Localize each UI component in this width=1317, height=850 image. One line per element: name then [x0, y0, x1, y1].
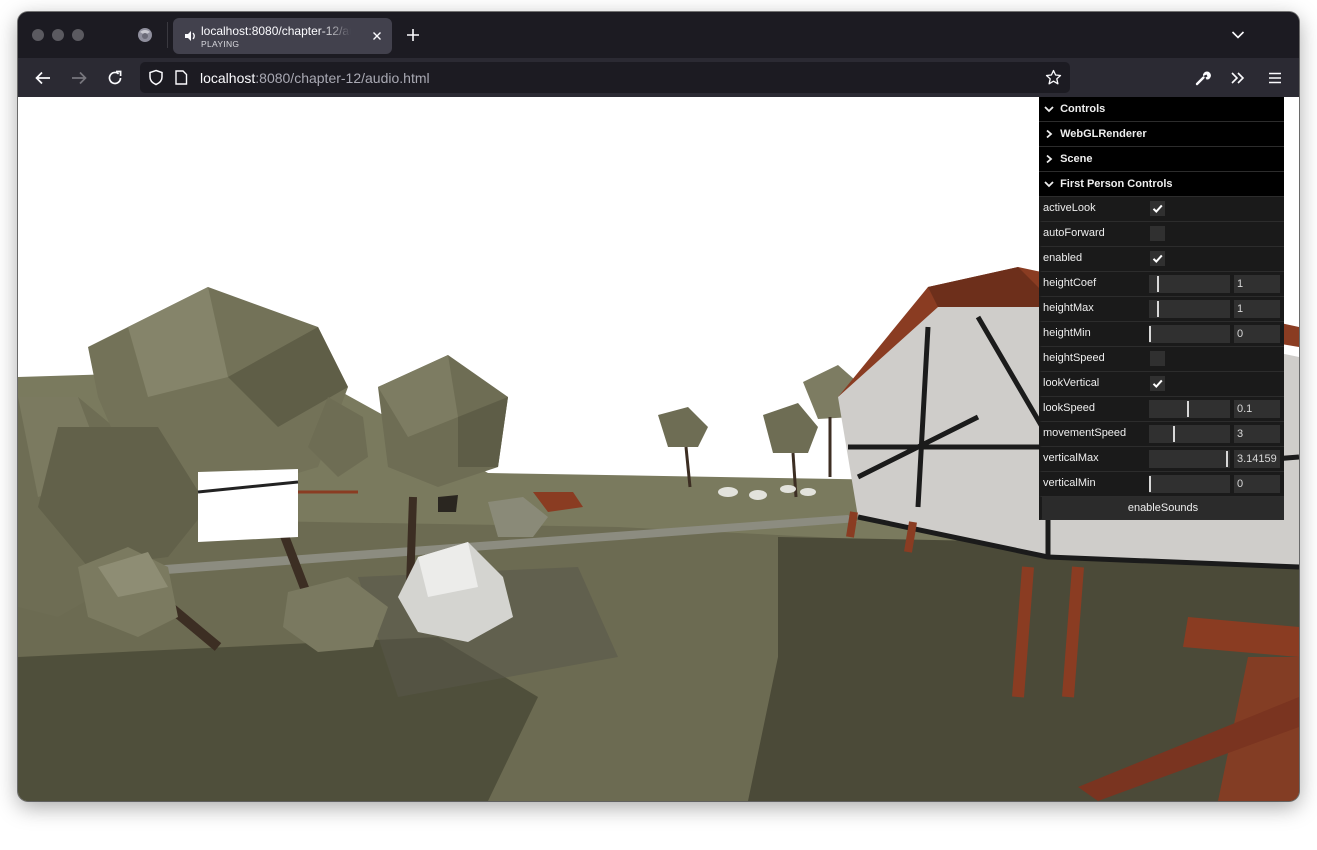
overflow-chevron-icon[interactable]: [1229, 69, 1247, 87]
heightcoef-value-input[interactable]: 1: [1234, 275, 1280, 293]
gui-row-label: heightMin: [1043, 327, 1091, 339]
autoforward-checkbox[interactable]: [1150, 226, 1165, 241]
heightmax-slider[interactable]: [1149, 300, 1230, 318]
gui-row-label: enabled: [1043, 252, 1083, 264]
lookspeed-value-input[interactable]: 0.1: [1234, 400, 1280, 418]
gui-row-verticalmin: verticalMin 0: [1039, 472, 1284, 497]
folder-webglrenderer-label: WebGLRenderer: [1060, 128, 1147, 140]
verticalmin-value-input[interactable]: 0: [1234, 475, 1280, 493]
tab-title: localhost:8080/chapter-12/audio.html: [201, 24, 351, 38]
slider-handle[interactable]: [1149, 326, 1151, 342]
gui-row-verticalmax: verticalMax 3.14159: [1039, 447, 1284, 472]
verticalmax-value-input[interactable]: 3.14159: [1234, 450, 1280, 468]
gui-row-enabled: enabled: [1039, 247, 1284, 272]
page-icon[interactable]: [174, 70, 188, 85]
chevron-down-icon[interactable]: [1231, 29, 1245, 41]
heightmin-slider[interactable]: [1149, 325, 1230, 343]
folder-webglrenderer[interactable]: WebGLRenderer: [1039, 122, 1284, 147]
gui-row-lookvertical: lookVertical: [1039, 372, 1284, 397]
gui-row-activelook: activeLook: [1039, 197, 1284, 222]
gui-row-lookspeed: lookSpeed 0.1: [1039, 397, 1284, 422]
movementspeed-value-input[interactable]: 3: [1234, 425, 1280, 443]
shield-icon[interactable]: [148, 69, 164, 86]
gui-row-label: verticalMin: [1043, 477, 1096, 489]
gui-row-label: movementSpeed: [1043, 427, 1127, 439]
window-maximize-button[interactable]: [72, 29, 84, 41]
gui-row-label: lookVertical: [1043, 377, 1100, 389]
tab-audio-status: PLAYING: [201, 39, 240, 49]
slider-handle[interactable]: [1173, 426, 1175, 442]
heightmax-value-input[interactable]: 1: [1234, 300, 1280, 318]
slider-handle[interactable]: [1157, 276, 1159, 292]
gui-row-label: verticalMax: [1043, 452, 1099, 464]
chevron-right-icon: [1046, 154, 1053, 164]
gui-row-movementspeed: movementSpeed 3: [1039, 422, 1284, 447]
heightspeed-checkbox[interactable]: [1150, 351, 1165, 366]
url-host: localhost: [200, 70, 256, 86]
plus-icon[interactable]: [406, 28, 420, 42]
movementspeed-slider[interactable]: [1149, 425, 1230, 443]
gui-row-label: autoForward: [1043, 227, 1105, 239]
gui-rows: activeLook autoForward enabled heightCoef 1 h…: [1039, 197, 1284, 497]
window-close-button[interactable]: [32, 29, 44, 41]
verticalmax-slider[interactable]: [1149, 450, 1230, 468]
slider-handle[interactable]: [1157, 301, 1159, 317]
url-text[interactable]: localhost:8080/chapter-12/audio.html: [200, 70, 430, 86]
folder-fpc-label: First Person Controls: [1060, 178, 1173, 190]
reload-icon[interactable]: [106, 69, 124, 87]
lookspeed-slider[interactable]: [1149, 400, 1230, 418]
gui-row-heightcoef: heightCoef 1: [1039, 272, 1284, 297]
tab-separator: [167, 22, 168, 48]
folder-controls[interactable]: Controls: [1039, 97, 1284, 122]
browser-window: localhost:8080/chapter-12/audio.html PLA…: [18, 12, 1299, 801]
firefox-view-icon[interactable]: [136, 26, 154, 44]
heightcoef-slider[interactable]: [1149, 275, 1230, 293]
forward-arrow-icon[interactable]: [70, 69, 88, 87]
bookmark-star-icon[interactable]: [1045, 69, 1062, 86]
gui-row-autoforward: autoForward: [1039, 222, 1284, 247]
lookvertical-checkbox[interactable]: [1150, 376, 1165, 391]
chevron-right-icon: [1046, 129, 1053, 139]
menu-icon[interactable]: [1266, 69, 1284, 87]
close-icon[interactable]: [370, 29, 384, 43]
page-viewport: Controls WebGLRenderer Scene First Perso…: [18, 97, 1299, 801]
gui-row-heightspeed: heightSpeed: [1039, 347, 1284, 372]
heightmin-value-input[interactable]: 0: [1234, 325, 1280, 343]
tab-active[interactable]: localhost:8080/chapter-12/audio.html PLA…: [173, 18, 392, 54]
verticalmin-slider[interactable]: [1149, 475, 1230, 493]
gui-row-label: heightSpeed: [1043, 352, 1105, 364]
folder-scene[interactable]: Scene: [1039, 147, 1284, 172]
enable-sounds-button[interactable]: enableSounds: [1039, 497, 1284, 520]
gui-row-label: activeLook: [1043, 202, 1096, 214]
gui-row-heightmin: heightMin 0: [1039, 322, 1284, 347]
slider-handle[interactable]: [1187, 401, 1189, 417]
window-minimize-button[interactable]: [52, 29, 64, 41]
checkmark-icon: [1152, 204, 1163, 214]
checkmark-icon: [1152, 379, 1163, 389]
chevron-down-icon: [1044, 106, 1054, 113]
navigation-toolbar: localhost:8080/chapter-12/audio.html: [18, 58, 1299, 97]
chevron-down-icon: [1044, 181, 1054, 188]
folder-scene-label: Scene: [1060, 153, 1093, 165]
gui-row-label: lookSpeed: [1043, 402, 1095, 414]
gui-row-label: heightMax: [1043, 302, 1094, 314]
tab-strip: localhost:8080/chapter-12/audio.html PLA…: [18, 12, 1299, 58]
enabled-checkbox[interactable]: [1150, 251, 1165, 266]
dat-gui-panel: Controls WebGLRenderer Scene First Perso…: [1039, 97, 1284, 520]
gui-row-label: heightCoef: [1043, 277, 1097, 289]
slider-handle[interactable]: [1149, 476, 1151, 492]
checkmark-icon: [1152, 254, 1163, 264]
url-path: :8080/chapter-12/audio.html: [255, 70, 430, 86]
folder-first-person-controls[interactable]: First Person Controls: [1039, 172, 1284, 197]
slider-handle[interactable]: [1226, 451, 1228, 467]
address-bar[interactable]: localhost:8080/chapter-12/audio.html: [140, 62, 1070, 93]
back-arrow-icon[interactable]: [34, 69, 52, 87]
folder-controls-label: Controls: [1060, 103, 1106, 115]
wrench-icon[interactable]: [1194, 69, 1212, 87]
activelook-checkbox[interactable]: [1150, 201, 1165, 216]
speaker-icon[interactable]: [183, 29, 197, 43]
gui-row-heightmax: heightMax 1: [1039, 297, 1284, 322]
